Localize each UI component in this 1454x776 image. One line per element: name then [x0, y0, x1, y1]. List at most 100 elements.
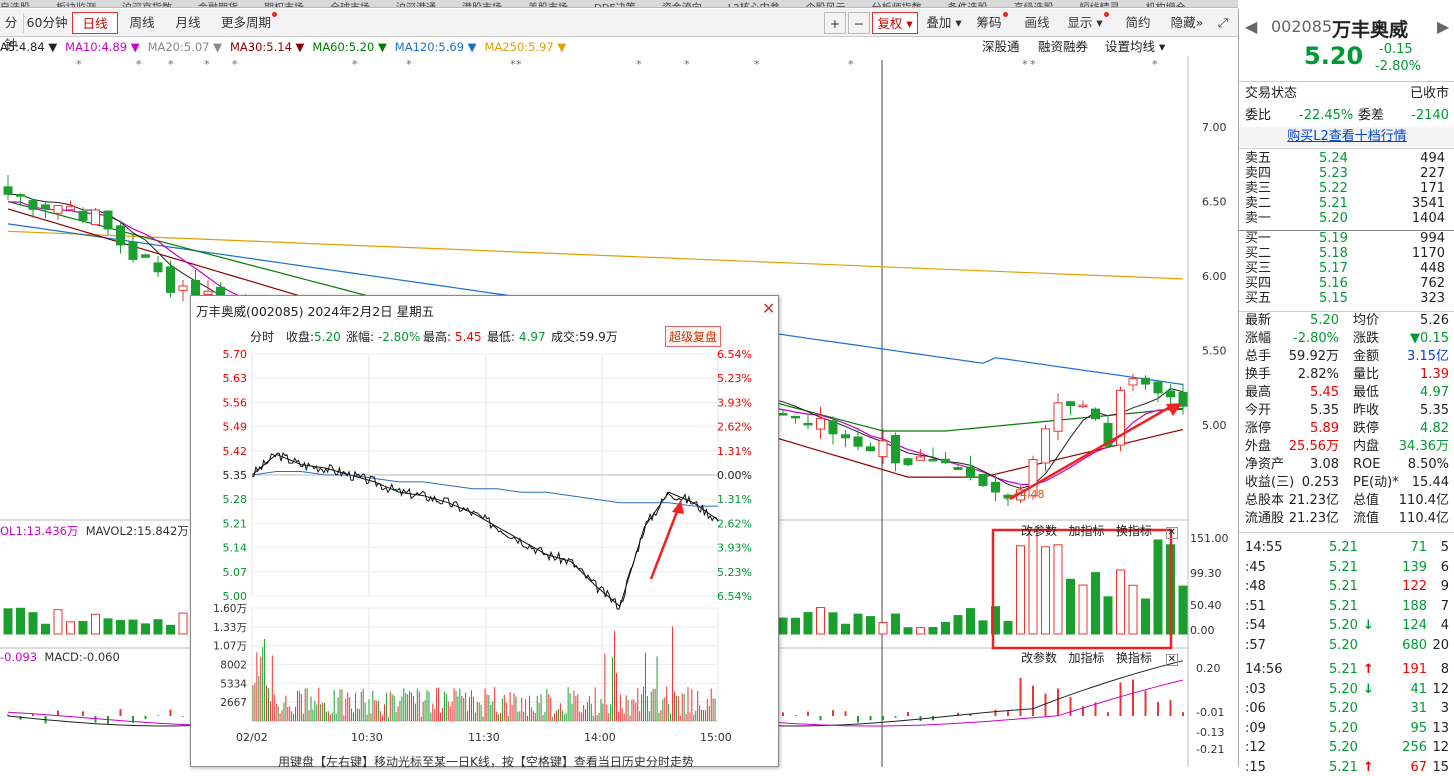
- ma-settings-dropdown[interactable]: 设置均线 ▾: [1105, 38, 1165, 56]
- period-weekly-button[interactable]: 周线: [122, 12, 162, 34]
- pct-tick-label: 1.31%: [717, 493, 752, 506]
- volume-bar: [178, 612, 188, 635]
- price-tick-label: 5.35: [223, 469, 248, 482]
- tick-row: :15 5.21 ↑ 67 15: [1243, 759, 1451, 776]
- top-menu-item[interactable]: 资金流向: [662, 4, 702, 8]
- top-menu-item[interactable]: 条件选股: [948, 4, 988, 8]
- volume-tick-label: 1.60万: [213, 603, 247, 615]
- stat-label: ROE: [1353, 457, 1381, 472]
- switch-indicator-button[interactable]: 换指标: [1116, 524, 1152, 538]
- top-menu-item[interactable]: 期权市场: [264, 4, 304, 8]
- chevron-down-icon: ▾: [955, 15, 962, 30]
- period-monthly-button[interactable]: 月线: [168, 12, 208, 34]
- period-60min-button[interactable]: 60分钟: [25, 12, 69, 34]
- tick-time: :51: [1245, 598, 1266, 614]
- top-menu-item[interactable]: 港股市场: [462, 4, 502, 8]
- stat-value: 15.44: [1411, 475, 1449, 490]
- tick-count: 6: [1440, 559, 1449, 575]
- stat-value: 5.35: [1310, 403, 1339, 418]
- top-menu-item[interactable]: 自选股: [0, 4, 30, 8]
- macd-axis-label: -0.21: [1196, 743, 1224, 756]
- top-menu-item[interactable]: 机构增仓: [1146, 4, 1186, 8]
- order-row: 买四 5.16 762: [1243, 276, 1451, 291]
- close-icon[interactable]: ✕: [1165, 654, 1178, 666]
- top-menu-item[interactable]: 板块监测: [56, 4, 96, 8]
- intraday-chart[interactable]: 5.70 6.54% 5.63 5.23% 5.56 3.93% 5.49 2.62% 5.42…: [191, 296, 780, 768]
- order-label: 买二: [1245, 246, 1272, 261]
- volume-axis-label: 151.00: [1190, 532, 1229, 545]
- stat-label: 流值: [1353, 511, 1380, 526]
- stat-label: 涨幅: [1245, 331, 1272, 346]
- overlay-dropdown[interactable]: 叠加 ▾: [922, 12, 966, 34]
- time-tick-label: 11:30: [468, 731, 500, 744]
- event-star-icon: *: [636, 58, 642, 71]
- stat-label: PE(动)*: [1353, 475, 1399, 490]
- order-label: 卖五: [1245, 151, 1272, 166]
- tick-volume: 31: [1410, 701, 1427, 716]
- event-star-icon: *: [1152, 58, 1158, 71]
- display-dropdown[interactable]: 显示 ▾: [1064, 12, 1112, 34]
- simple-mode-button[interactable]: 简约: [1122, 12, 1154, 34]
- top-menu-item[interactable]: DDE决策: [594, 4, 636, 8]
- stat-row: 最高 5.45 最低 4.97: [1243, 384, 1451, 401]
- next-stock-icon[interactable]: ▶: [1437, 17, 1449, 36]
- top-menu-item[interactable]: 沪深港通: [396, 4, 436, 8]
- stat-row: 涨停 5.89 跌停 4.82: [1243, 420, 1451, 437]
- kline-candle: [53, 205, 63, 214]
- shen-gu-tong-link[interactable]: 深股通: [982, 38, 1020, 56]
- draw-line-button[interactable]: 画线: [1020, 12, 1054, 34]
- add-indicator-button[interactable]: 加指标: [1068, 524, 1104, 538]
- top-menu-item[interactable]: L2核心内参: [728, 4, 780, 8]
- arrow-head-icon: [672, 500, 684, 514]
- price-tick-label: 5.56: [223, 396, 248, 409]
- event-star-icon: *: [516, 58, 522, 71]
- top-menu-item[interactable]: 分析师指数: [872, 4, 922, 8]
- stat-label: 换手: [1245, 367, 1272, 382]
- zoom-out-button[interactable]: −: [848, 12, 870, 34]
- kline-candle: [66, 205, 75, 211]
- close-icon[interactable]: ✕: [1165, 527, 1178, 539]
- stat-row: 最新 5.20 均价 5.26: [1243, 312, 1451, 329]
- time-tick-label: 15:00: [700, 731, 732, 744]
- stat-value: 2.82%: [1297, 367, 1339, 382]
- kline-candle: [166, 266, 175, 293]
- top-menu-item[interactable]: 全球市场: [330, 4, 370, 8]
- top-menu-item[interactable]: 金融期货: [198, 4, 238, 8]
- kline-candle: [941, 458, 950, 464]
- period-minute-button[interactable]: 分钟: [0, 12, 22, 52]
- top-menu-item[interactable]: 短线精灵: [1080, 4, 1120, 8]
- fuquan-dropdown[interactable]: 复权 ▾: [872, 12, 918, 34]
- top-menu-item[interactable]: 高级选股: [1014, 4, 1054, 8]
- top-menu-item[interactable]: 美股市场: [528, 4, 568, 8]
- tick-count: 20: [1432, 637, 1449, 653]
- stat-row: 换手 2.82% 量比 1.39: [1243, 366, 1451, 383]
- macd-axis-label: -0.01: [1196, 706, 1224, 719]
- more-periods-button[interactable]: 更多周期: [214, 12, 284, 34]
- chips-button[interactable]: 筹码: [972, 12, 1012, 34]
- order-label: 卖二: [1245, 196, 1272, 211]
- price-tick-label: 5.70: [223, 348, 248, 361]
- hide-button[interactable]: 隐藏»: [1162, 12, 1212, 34]
- order-label: 卖一: [1245, 211, 1272, 226]
- add-indicator-button[interactable]: 加指标: [1068, 651, 1104, 665]
- margin-trading-link[interactable]: 融资融券: [1038, 38, 1088, 56]
- stat-value: 21.23亿: [1288, 511, 1339, 526]
- zoom-in-button[interactable]: +: [824, 12, 846, 34]
- fullscreen-icon[interactable]: ⤢: [1212, 12, 1234, 34]
- weibi-row: 委比 -22.45% 委差 -2140: [1245, 108, 1449, 123]
- top-menu-item[interactable]: 沪深京指数: [122, 4, 172, 8]
- prev-stock-icon[interactable]: ◀: [1245, 17, 1257, 36]
- top-menu-item[interactable]: 个股风云: [806, 4, 846, 8]
- volume-bar: [803, 612, 813, 635]
- stat-value: -2.80%: [1293, 331, 1339, 346]
- order-row: 买三 5.17 448: [1243, 261, 1451, 276]
- tick-count: 12: [1432, 740, 1449, 755]
- change-params-button[interactable]: 改参数: [1021, 524, 1057, 538]
- buy-l2-link[interactable]: 购买L2查看十档行情: [1239, 127, 1454, 147]
- switch-indicator-button[interactable]: 换指标: [1116, 651, 1152, 665]
- tick-count: 3: [1440, 701, 1449, 716]
- stat-value: 59.92万: [1288, 349, 1339, 364]
- order-volume: 494: [1420, 151, 1445, 166]
- period-daily-button[interactable]: 日线: [72, 12, 118, 34]
- change-params-button[interactable]: 改参数: [1021, 651, 1057, 665]
